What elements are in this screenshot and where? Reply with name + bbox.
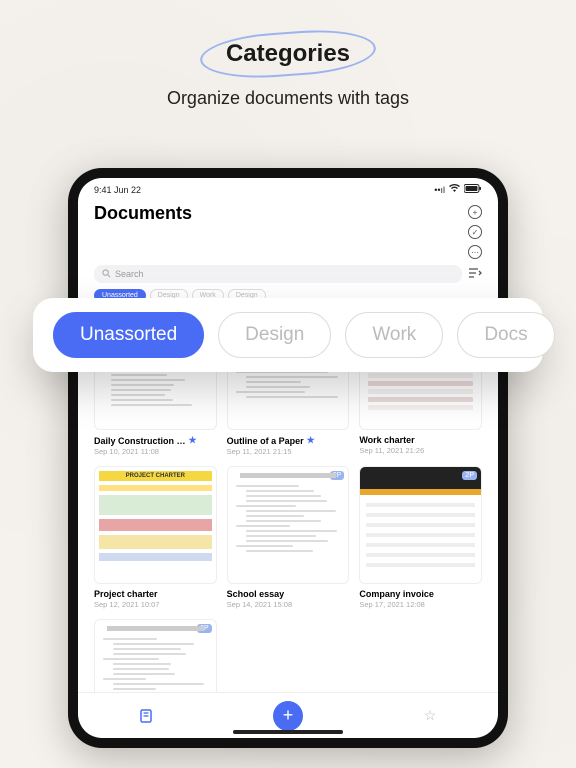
- signal-icon: ••ıl: [434, 185, 445, 195]
- hero-title-text: Categories: [226, 40, 350, 67]
- battery-icon: [464, 184, 482, 195]
- header-actions: + ✓ ⋯: [468, 203, 482, 259]
- document-card[interactable]: 2PPROJECT CHARTER Project charterSep 12, …: [94, 466, 217, 609]
- header-more-icon[interactable]: ⋯: [468, 245, 482, 259]
- sort-icon[interactable]: [468, 267, 482, 282]
- document-date: Sep 11, 2021 21:15: [227, 447, 350, 456]
- document-title: Project charter: [94, 589, 217, 599]
- document-date: Sep 17, 2021 12:08: [359, 600, 482, 609]
- status-bar: 9:41 Jun 22 ••ıl: [78, 178, 498, 197]
- star-icon: ★: [307, 435, 315, 446]
- filter-pills-overlay: UnassortedDesignWorkDocs: [33, 298, 543, 372]
- document-thumbnail: 2P: [359, 466, 482, 584]
- ipad-screen: 9:41 Jun 22 ••ıl Documents + ✓ ⋯: [78, 178, 498, 738]
- header-add-icon[interactable]: +: [468, 205, 482, 219]
- document-thumbnail: 2PPROJECT CHARTER: [94, 466, 217, 584]
- page-title: Documents: [94, 203, 192, 224]
- search-input[interactable]: Search: [94, 265, 462, 283]
- document-card[interactable]: 2P: [94, 619, 217, 692]
- document-title: Outline of a Paper★: [227, 435, 350, 446]
- hero-title: Categories: [218, 38, 358, 70]
- home-indicator: [233, 730, 343, 734]
- overlay-pill-docs[interactable]: Docs: [457, 312, 554, 358]
- document-thumbnail: 2P: [94, 619, 217, 692]
- tab-documents-icon[interactable]: [137, 707, 155, 725]
- overlay-pill-work[interactable]: Work: [345, 312, 443, 358]
- search-row: Search: [78, 259, 498, 287]
- document-title: Work charter: [359, 435, 482, 445]
- document-title: Daily Construction …★: [94, 435, 217, 446]
- star-icon: ★: [189, 435, 197, 446]
- hero-subtitle: Organize documents with tags: [0, 88, 576, 109]
- document-title: School essay: [227, 589, 350, 599]
- document-date: Sep 14, 2021 15:08: [227, 600, 350, 609]
- status-time: 9:41 Jun 22: [94, 185, 141, 195]
- document-date: Sep 11, 2021 21:26: [359, 446, 482, 455]
- ipad-frame: 9:41 Jun 22 ••ıl Documents + ✓ ⋯: [68, 168, 508, 748]
- document-title: Company invoice: [359, 589, 482, 599]
- document-date: Sep 10, 2021 11:08: [94, 447, 217, 456]
- document-thumbnail: 2P: [227, 466, 350, 584]
- overlay-pill-design[interactable]: Design: [218, 312, 331, 358]
- document-card[interactable]: 2P Company invoiceSep 17, 2021 12:08: [359, 466, 482, 609]
- add-document-button[interactable]: +: [273, 701, 303, 731]
- search-icon: [102, 269, 111, 280]
- page-count-badge: 2P: [462, 471, 477, 480]
- tab-favorites-icon[interactable]: ☆: [421, 707, 439, 725]
- status-right: ••ıl: [434, 184, 482, 195]
- search-placeholder: Search: [115, 269, 144, 279]
- app-header: Documents + ✓ ⋯: [78, 197, 498, 259]
- overlay-pill-unassorted[interactable]: Unassorted: [53, 312, 204, 358]
- document-card[interactable]: 2P School essaySep 14, 2021 15:08: [227, 466, 350, 609]
- document-date: Sep 12, 2021 10:07: [94, 600, 217, 609]
- tab-bar: + ☆: [78, 692, 498, 738]
- wifi-icon: [449, 184, 460, 195]
- header-check-icon[interactable]: ✓: [468, 225, 482, 239]
